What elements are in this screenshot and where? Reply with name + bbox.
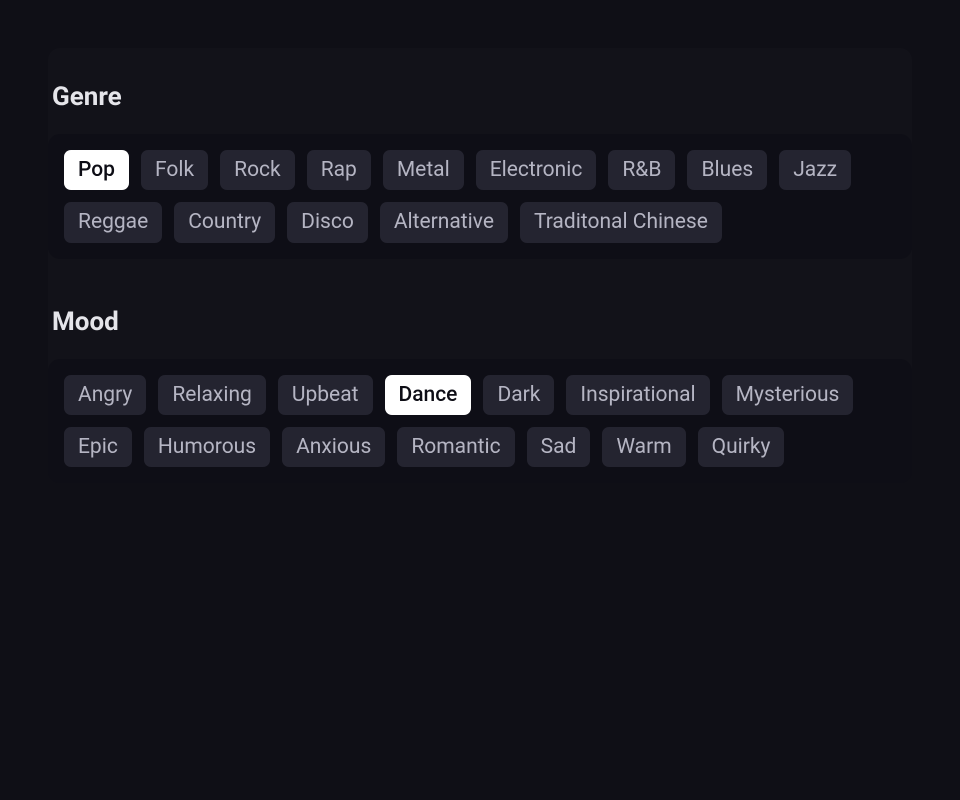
- tag-metal[interactable]: Metal: [383, 150, 464, 190]
- mood-title: Mood: [48, 307, 912, 337]
- tag-relaxing[interactable]: Relaxing: [158, 375, 266, 415]
- tag-epic[interactable]: Epic: [64, 427, 132, 467]
- tag-disco[interactable]: Disco: [287, 202, 368, 242]
- tag-electronic[interactable]: Electronic: [476, 150, 597, 190]
- mood-section: Mood Angry Relaxing Upbeat Dance Dark In…: [48, 307, 912, 484]
- tag-quirky[interactable]: Quirky: [698, 427, 785, 467]
- tag-romantic[interactable]: Romantic: [397, 427, 514, 467]
- tag-anxious[interactable]: Anxious: [282, 427, 385, 467]
- tag-reggae[interactable]: Reggae: [64, 202, 162, 242]
- mood-tag-panel: Angry Relaxing Upbeat Dance Dark Inspira…: [48, 359, 912, 484]
- tag-mysterious[interactable]: Mysterious: [722, 375, 854, 415]
- genre-title: Genre: [48, 82, 912, 112]
- tag-traditional-chinese[interactable]: Traditonal Chinese: [520, 202, 722, 242]
- genre-section: Genre Pop Folk Rock Rap Metal Electronic…: [48, 82, 912, 259]
- tag-rap[interactable]: Rap: [307, 150, 371, 190]
- tag-humorous[interactable]: Humorous: [144, 427, 270, 467]
- tag-sad[interactable]: Sad: [527, 427, 591, 467]
- tag-alternative[interactable]: Alternative: [380, 202, 508, 242]
- filter-container: Genre Pop Folk Rock Rap Metal Electronic…: [48, 48, 912, 483]
- tag-upbeat[interactable]: Upbeat: [278, 375, 373, 415]
- tag-blues[interactable]: Blues: [687, 150, 767, 190]
- tag-inspirational[interactable]: Inspirational: [566, 375, 709, 415]
- tag-rnb[interactable]: R&B: [608, 150, 675, 190]
- tag-pop[interactable]: Pop: [64, 150, 129, 190]
- tag-dark[interactable]: Dark: [483, 375, 554, 415]
- tag-angry[interactable]: Angry: [64, 375, 146, 415]
- tag-country[interactable]: Country: [174, 202, 275, 242]
- tag-dance[interactable]: Dance: [385, 375, 472, 415]
- genre-tag-panel: Pop Folk Rock Rap Metal Electronic R&B B…: [48, 134, 912, 259]
- tag-warm[interactable]: Warm: [602, 427, 685, 467]
- tag-folk[interactable]: Folk: [141, 150, 208, 190]
- tag-jazz[interactable]: Jazz: [779, 150, 851, 190]
- tag-rock[interactable]: Rock: [220, 150, 295, 190]
